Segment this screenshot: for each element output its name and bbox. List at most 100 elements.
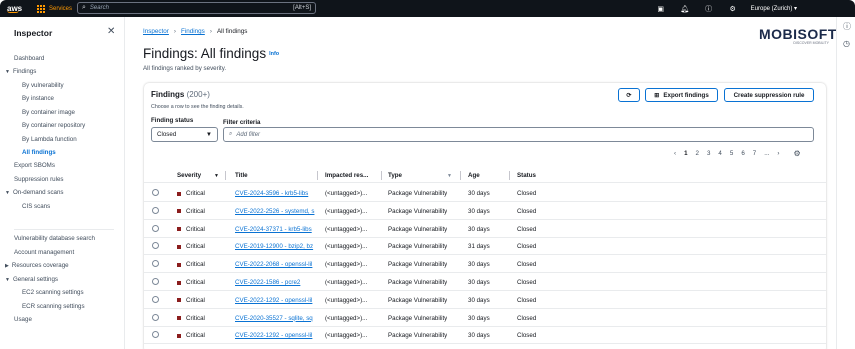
table-row[interactable]: Critical CVE-2022-2526 - systemd, s (<unta…	[144, 202, 826, 220]
critical-severity-icon	[177, 298, 181, 303]
sidebar-item-account-management[interactable]: Account management	[14, 249, 74, 256]
findings-panel-title: Findings (200+)	[151, 90, 210, 99]
column-severity[interactable]: Severity	[177, 172, 201, 179]
finding-title-link[interactable]: CVE-2020-35527 - sqlite, sq	[235, 315, 317, 322]
search-input[interactable]: ⌕ Search [Alt+S]	[77, 2, 316, 14]
history-icon[interactable]: ◷	[843, 39, 850, 48]
finding-title-link[interactable]: CVE-2022-2068 - openssl-lil	[235, 261, 317, 268]
finding-status-label: Finding status	[151, 117, 194, 124]
sidebar-item-vulnerability-database-search[interactable]: Vulnerability database search	[14, 235, 95, 242]
gear-icon[interactable]: ⚙	[793, 149, 800, 158]
pagination: ‹ 1 2 3 4 5 6 7 ... › ⚙	[674, 149, 801, 158]
row-select-radio[interactable]	[152, 242, 159, 250]
table-row[interactable]: Critical CVE-2019-12900 - bzip2, bz (<unta…	[144, 237, 826, 256]
age-cell: 30 days	[468, 296, 490, 304]
severity-cell: Critical	[177, 226, 205, 233]
table-row[interactable]: Critical CVE-2024-3596 - krb5-libs (<untag…	[144, 184, 826, 202]
finding-title-link[interactable]: CVE-2022-2526 - systemd, s	[235, 208, 317, 215]
sidebar-item-usage[interactable]: Usage	[14, 316, 32, 323]
sidebar-item-dashboard[interactable]: Dashboard	[14, 55, 44, 62]
severity-cell: Critical	[177, 243, 205, 250]
column-impacted-resource[interactable]: Impacted res...	[325, 172, 368, 179]
column-status[interactable]: Status	[517, 172, 536, 179]
sidebar-item-by-container-repository[interactable]: By container repository	[22, 122, 85, 129]
info-link[interactable]: Info	[269, 51, 279, 57]
page-5[interactable]: 5	[730, 150, 733, 157]
row-select-radio[interactable]	[152, 313, 159, 321]
sidebar-item-all-findings[interactable]: All findings	[22, 149, 56, 156]
export-findings-button[interactable]: ⊞ Export findings	[645, 88, 718, 102]
next-page-icon[interactable]: ›	[777, 150, 779, 157]
row-select-radio[interactable]	[152, 331, 159, 339]
finding-title-link[interactable]: CVE-2022-1292 - openssl-lil	[235, 297, 317, 304]
finding-title-link[interactable]: CVE-2024-37371 - krb5-libs	[235, 226, 317, 233]
column-type[interactable]: Type	[388, 172, 402, 179]
settings-icon[interactable]: ⚙	[721, 5, 745, 13]
finding-title-link[interactable]: CVE-2024-3596 - krb5-libs	[235, 190, 317, 197]
table-row[interactable]: Critical CVE-2022-1292 - openssl-lil (<unt…	[144, 326, 826, 345]
sidebar-item-by-container-image[interactable]: By container image	[22, 109, 75, 116]
age-cell: 30 days	[468, 261, 490, 269]
table-row[interactable]: Critical CVE-2022-1586 - pcre2 (<untagged>…	[144, 273, 826, 291]
finding-title-link[interactable]: CVE-2022-1292 - openssl-lil	[235, 332, 317, 339]
table-row[interactable]: Critical CVE-2022-1292 - openssl-lil (<unt…	[144, 291, 826, 309]
close-icon[interactable]: ✕	[107, 26, 115, 37]
column-separator	[460, 171, 461, 180]
critical-severity-icon	[177, 316, 181, 321]
page-7[interactable]: 7	[753, 150, 756, 157]
sidebar-item-on-demand-scans[interactable]: ▼ On-demand scans	[5, 189, 64, 196]
sidebar-item-resources-coverage[interactable]: ▶ Resources coverage	[5, 262, 69, 269]
age-cell: 30 days	[468, 190, 490, 197]
row-select-radio[interactable]	[152, 206, 159, 214]
sidebar-item-findings[interactable]: ▼ Findings	[5, 68, 36, 75]
row-select-radio[interactable]	[152, 295, 159, 303]
region-selector[interactable]: Europe (Zurich) ▾	[751, 5, 797, 12]
finding-title-link[interactable]: CVE-2022-1586 - pcre2	[235, 279, 317, 286]
finding-status-select[interactable]: Closed ▼	[151, 127, 218, 142]
finding-title-link[interactable]: CVE-2019-12900 - bzip2, bz	[235, 243, 317, 250]
sort-desc-icon[interactable]: ▼	[214, 173, 219, 179]
sidebar-item-by-instance[interactable]: By instance	[22, 95, 54, 102]
sidebar-item-export-sboms[interactable]: Export SBOMs	[14, 162, 55, 169]
filter-input[interactable]: ⌕ Add filter	[223, 127, 814, 142]
page-2[interactable]: 2	[696, 150, 699, 157]
status-cell: Closed	[517, 279, 537, 286]
severity-cell: Critical	[177, 279, 205, 286]
sidebar-item-by-vulnerability[interactable]: By vulnerability	[22, 82, 64, 89]
row-select-radio[interactable]	[152, 224, 159, 232]
row-select-radio[interactable]	[152, 260, 159, 268]
column-age[interactable]: Age	[468, 172, 480, 179]
column-title[interactable]: Title	[235, 172, 248, 179]
services-menu[interactable]: Services	[37, 4, 72, 13]
page-4[interactable]: 4	[718, 150, 721, 157]
table-row[interactable]: Critical CVE-2024-37371 - krb5-libs (<unta…	[144, 220, 826, 238]
sidebar-item-cis-scans[interactable]: CIS scans	[22, 203, 50, 210]
breadcrumb-findings[interactable]: Findings	[181, 28, 205, 35]
sidebar-item-by-lambda-function[interactable]: By Lambda function	[22, 136, 77, 143]
sidebar-item-ec2-scanning-settings[interactable]: EC2 scanning settings	[22, 289, 84, 296]
sidebar-item-ecr-scanning-settings[interactable]: ECR scanning settings	[22, 303, 85, 310]
bell-icon[interactable]: 🔔︎	[673, 5, 697, 13]
main-content: Inspector › Findings › All findings Find…	[125, 17, 836, 349]
aws-logo[interactable]: aws	[7, 4, 29, 13]
table-row[interactable]: Critical CVE-2020-35527 - sqlite, sq (<unt…	[144, 309, 826, 327]
page-6[interactable]: 6	[741, 150, 744, 157]
help-icon[interactable]: ⓘ	[697, 4, 721, 14]
terminal-icon[interactable]: ▣	[649, 5, 673, 13]
row-select-radio[interactable]	[152, 189, 159, 196]
filter-icon[interactable]: ▼	[447, 173, 452, 179]
sidebar-item-suppression-rules[interactable]: Suppression rules	[14, 176, 64, 183]
sidebar-item-general-settings[interactable]: ▼ General settings	[5, 276, 58, 283]
breadcrumb-inspector[interactable]: Inspector	[143, 28, 169, 35]
table-header: Severity ▼ Title Impacted res... Type ▼ …	[144, 167, 826, 183]
right-rail: ⓘ ◷	[836, 17, 855, 349]
row-select-radio[interactable]	[152, 278, 159, 285]
info-panel-icon[interactable]: ⓘ	[843, 21, 851, 32]
prev-page-icon[interactable]: ‹	[674, 150, 676, 157]
page-3[interactable]: 3	[707, 150, 710, 157]
create-suppression-rule-button[interactable]: Create suppression rule	[724, 88, 814, 102]
impacted-resource-cell: (<untagged>)...	[325, 332, 368, 340]
table-row[interactable]: Critical CVE-2022-2068 - openssl-lil (<unt…	[144, 255, 826, 274]
refresh-button[interactable]: ⟳	[618, 88, 640, 102]
page-1[interactable]: 1	[684, 150, 687, 157]
